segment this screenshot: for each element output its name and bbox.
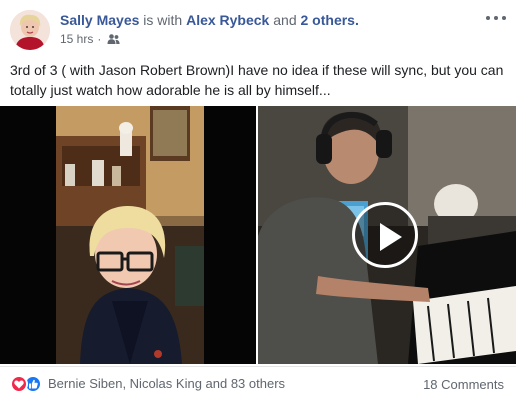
post-header: Sally Mayes is with Alex Rybeck and 2 ot…: [0, 0, 516, 58]
author-name-link[interactable]: Sally Mayes: [60, 12, 139, 28]
feed-post: Sally Mayes is with Alex Rybeck and 2 ot…: [0, 0, 516, 400]
post-footer: Bernie Siben, Nicolas King and 83 others…: [0, 366, 516, 400]
post-timestamp[interactable]: 15 hrs: [60, 31, 93, 47]
love-reaction-icon: [10, 375, 28, 393]
more-dot: [502, 16, 506, 20]
reactions-summary[interactable]: Bernie Siben, Nicolas King and 83 others: [10, 375, 285, 393]
reaction-names[interactable]: Bernie Siben, Nicolas King and 83 others: [48, 375, 285, 393]
play-icon[interactable]: [352, 202, 418, 268]
more-dot: [494, 16, 498, 20]
friends-icon[interactable]: [107, 33, 120, 45]
with-text: is with: [143, 12, 183, 28]
comments-count-link[interactable]: 18 Comments: [423, 376, 504, 394]
meta-separator: ·: [97, 32, 102, 46]
others-link[interactable]: 2 others.: [301, 12, 359, 28]
post-media[interactable]: [0, 106, 516, 364]
post-attribution: Sally Mayes is with Alex Rybeck and 2 ot…: [60, 11, 359, 29]
and-text: and: [273, 12, 297, 28]
author-avatar[interactable]: [10, 10, 50, 50]
more-dot: [486, 16, 490, 20]
more-options-icon[interactable]: [486, 12, 506, 24]
post-meta: 15 hrs ·: [60, 31, 120, 47]
tagged-user-link[interactable]: Alex Rybeck: [186, 12, 269, 28]
post-body-text: 3rd of 3 ( with Jason Robert Brown)I hav…: [10, 62, 504, 98]
play-triangle: [380, 223, 402, 251]
video-left-panel[interactable]: [0, 106, 256, 364]
